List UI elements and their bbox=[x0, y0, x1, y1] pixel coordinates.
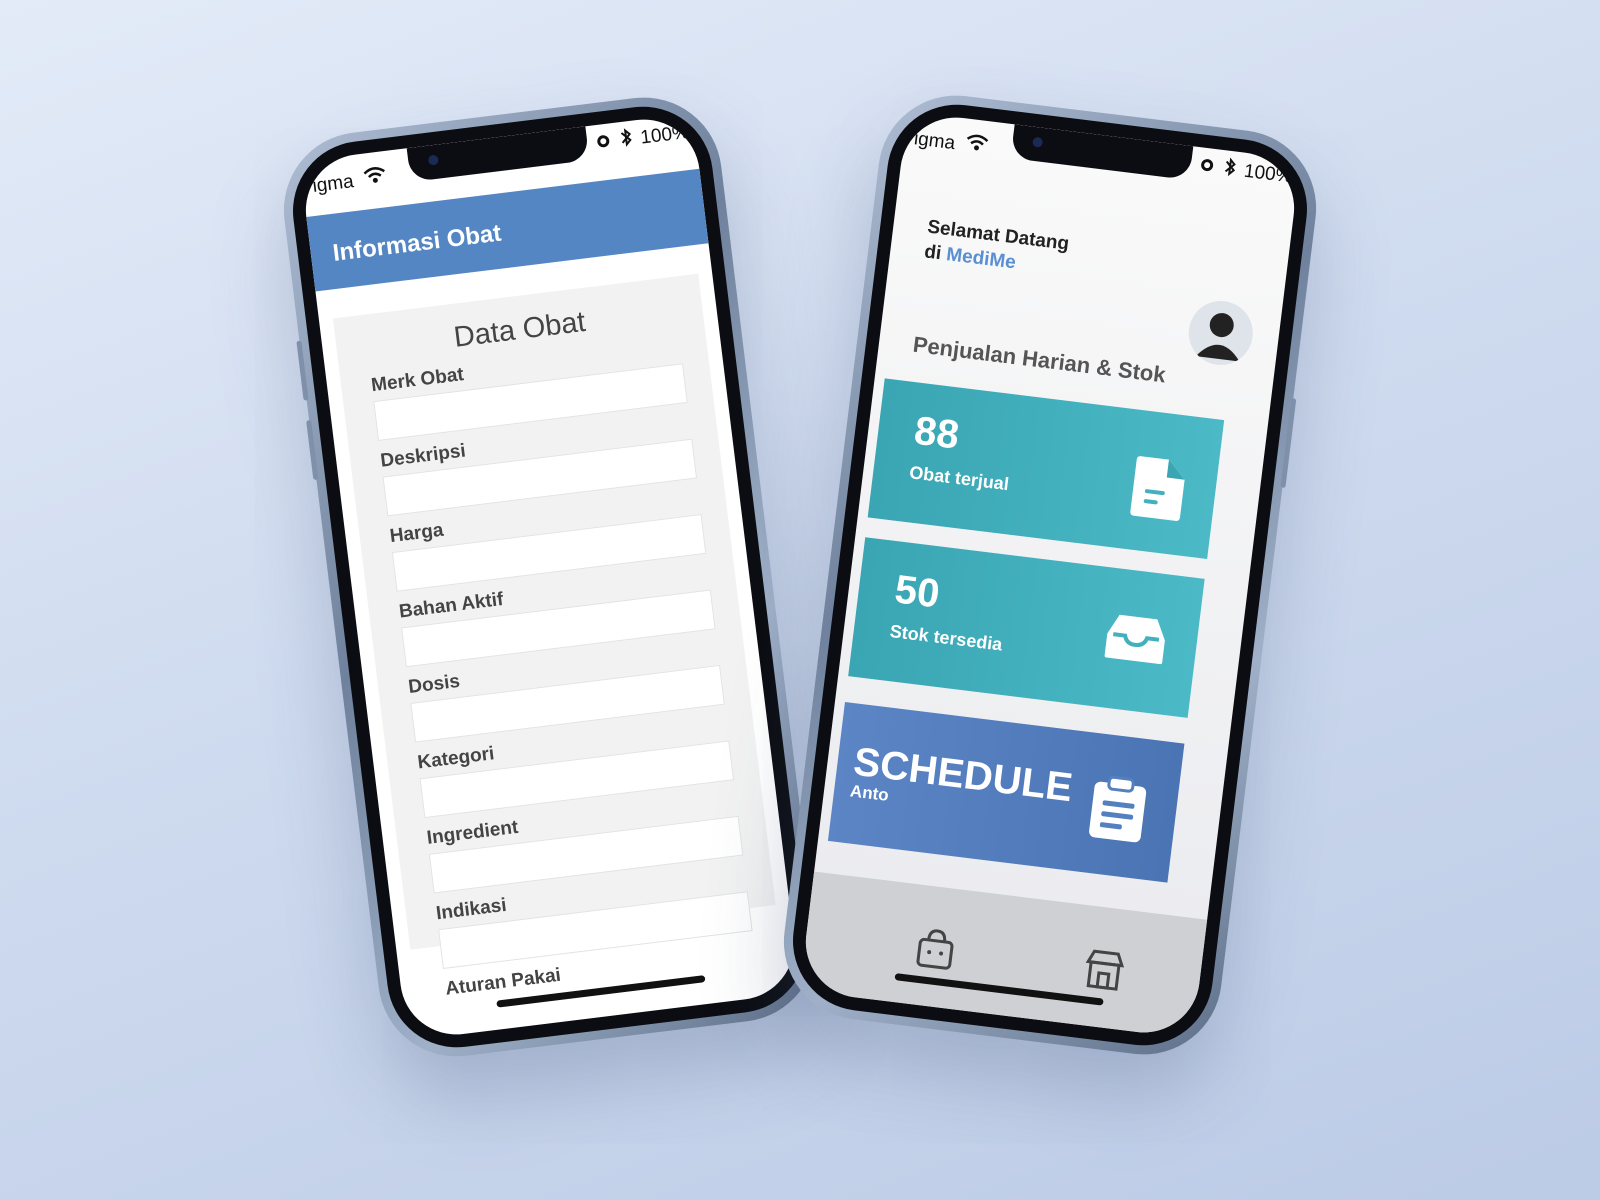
schedule-card[interactable]: SCHEDULE Anto bbox=[827, 701, 1185, 883]
volume-button bbox=[306, 419, 319, 481]
right-phone-mockup: igma 100% Selamat Datang di MediMe Penju… bbox=[774, 86, 1326, 1064]
bottom-nav bbox=[799, 871, 1208, 1039]
document-icon bbox=[1127, 454, 1189, 529]
alarm-icon bbox=[1197, 154, 1218, 180]
schedule-subtitle: Anto bbox=[849, 781, 890, 805]
sold-count: 88 bbox=[911, 408, 962, 458]
sold-label: Obat terjual bbox=[908, 462, 1010, 495]
greeting-prefix: di bbox=[923, 241, 948, 265]
bluetooth-icon bbox=[619, 127, 634, 154]
battery-label: 100% bbox=[1242, 160, 1294, 188]
medicine-form: Data Obat Merk Obat Deskripsi Harga Baha… bbox=[332, 273, 776, 1000]
bluetooth-icon bbox=[1223, 156, 1238, 183]
stock-card[interactable]: 50 Stok tersedia bbox=[848, 537, 1205, 718]
stock-count: 50 bbox=[892, 567, 942, 617]
avatar[interactable] bbox=[1185, 297, 1257, 369]
carrier-label: igma bbox=[311, 171, 355, 197]
wifi-icon bbox=[964, 133, 989, 160]
inbox-icon bbox=[1102, 611, 1170, 671]
store-icon[interactable] bbox=[1081, 947, 1126, 997]
page-title: Informasi Obat bbox=[331, 219, 503, 267]
user-icon bbox=[1195, 313, 1240, 362]
stock-label: Stok tersedia bbox=[888, 620, 1004, 655]
camera bbox=[1032, 136, 1044, 148]
clipboard-icon bbox=[1086, 773, 1150, 850]
alarm-icon bbox=[594, 130, 615, 156]
brand-name: MediMe bbox=[945, 244, 1017, 274]
power-button bbox=[1280, 398, 1297, 489]
wifi-icon bbox=[363, 165, 388, 192]
sold-card[interactable]: 88 Obat terjual bbox=[867, 378, 1225, 560]
section-title: Penjualan Harian & Stok bbox=[911, 331, 1168, 388]
carrier-label: igma bbox=[912, 128, 957, 155]
form-screen: igma 100% Informasi Obat Data Obat Merk … bbox=[299, 113, 801, 1041]
shopping-bag-icon[interactable] bbox=[913, 927, 958, 977]
camera bbox=[427, 154, 439, 166]
volume-button bbox=[296, 340, 309, 401]
left-phone-mockup: igma 100% Informasi Obat Data Obat Merk … bbox=[274, 88, 826, 1066]
greeting: Selamat Datang di MediMe bbox=[923, 215, 1071, 282]
dashboard-screen: igma 100% Selamat Datang di MediMe Penju… bbox=[799, 111, 1301, 1039]
battery-label: 100% bbox=[639, 121, 691, 149]
